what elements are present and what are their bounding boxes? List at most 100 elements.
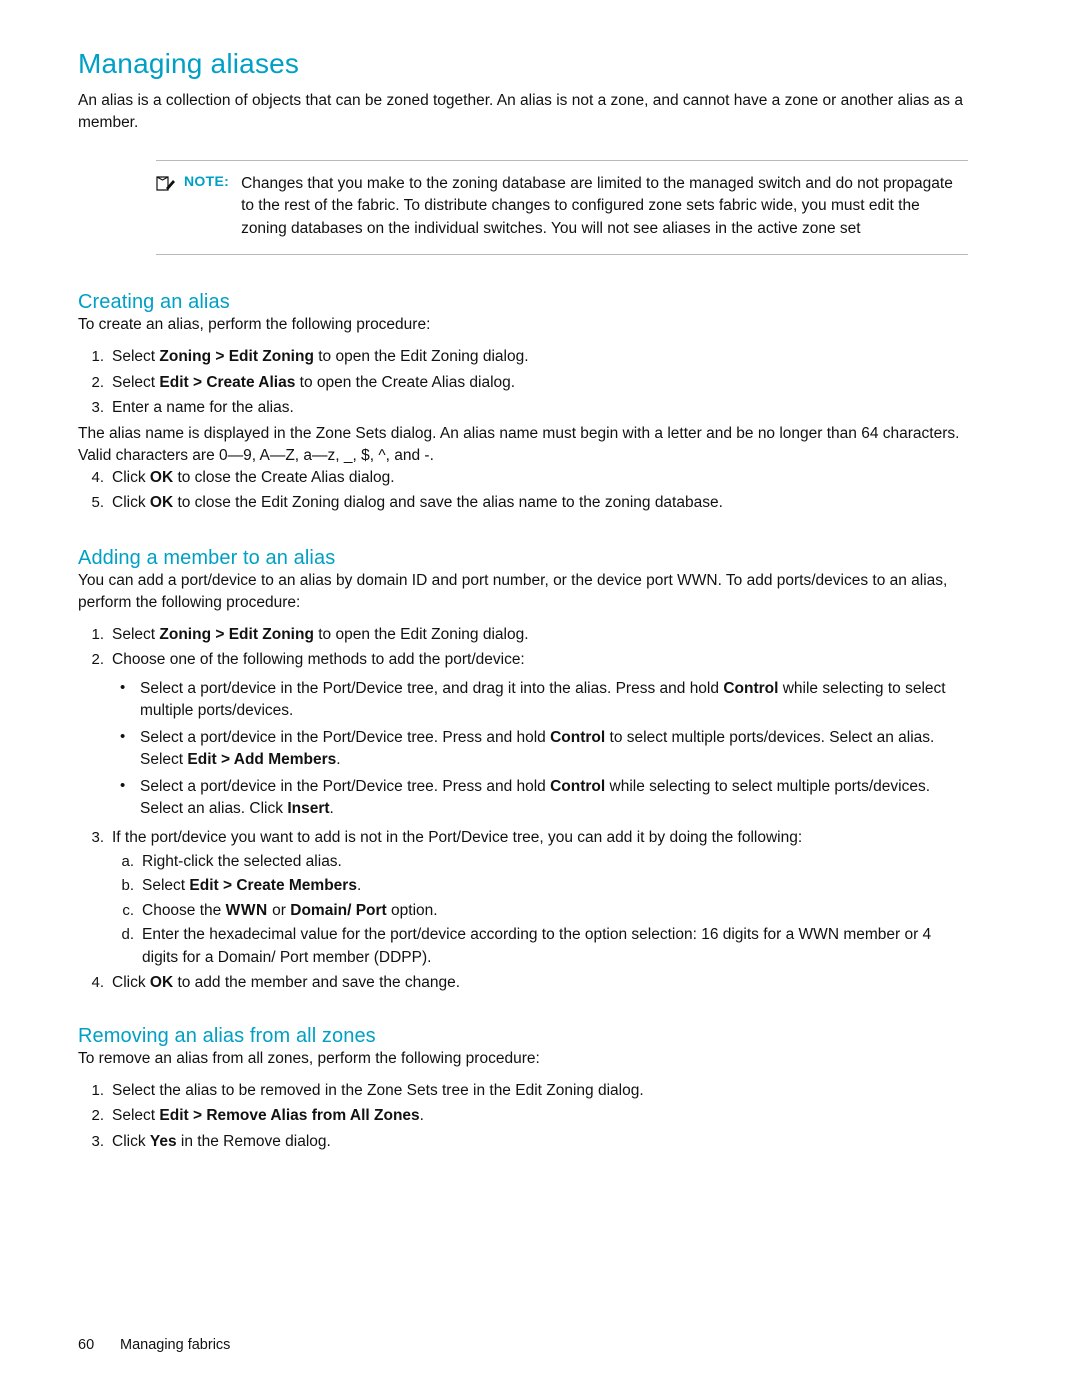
step-text-post: . <box>419 1107 424 1125</box>
step-text-pre: Click <box>112 468 150 486</box>
step-number: 4. <box>91 974 104 992</box>
step-text-post: to open the Create Alias dialog. <box>295 373 516 391</box>
step-text-pre: Select <box>112 348 160 366</box>
bullet-text-bold: Control <box>723 679 779 697</box>
step-text-post: in the Remove dialog. <box>176 1132 331 1150</box>
substep-number: a. <box>121 852 134 870</box>
note-callout: NOTE: Changes that you make to the zonin… <box>156 160 968 256</box>
adding-member-substeps: a. Right-click the selected alias. b. Sele… <box>112 851 968 969</box>
list-item: a. Right-click the selected alias. <box>112 851 968 873</box>
bullet-text-bold: Control <box>550 777 606 795</box>
step-number: 4. <box>91 468 104 486</box>
step-text-pre: Click <box>112 974 150 992</box>
step-number: 3. <box>91 1132 104 1150</box>
list-item: 5. Click OK to close the Edit Zoning dial… <box>78 492 968 514</box>
footer-chapter-name: Managing fabrics <box>120 1337 231 1353</box>
section-adding-member: Adding a member to an alias You can add … <box>78 547 968 995</box>
bullet-icon: • <box>120 776 126 794</box>
step-text-bold: OK <box>149 974 174 992</box>
step-text-post: to open the Edit Zoning dialog. <box>313 625 529 643</box>
section-removing-alias: Removing an alias from all zones To remo… <box>78 1025 968 1153</box>
list-item: 2. Select Edit > Remove Alias from All Zo… <box>78 1105 968 1127</box>
step-text-pre: Click <box>112 1132 150 1150</box>
step-text-bold: OK <box>149 494 174 512</box>
step-text: If the port/device you want to add is no… <box>112 828 803 846</box>
list-item: 2. Choose one of the following methods to… <box>78 649 968 820</box>
step-text-bold: Yes <box>149 1132 177 1150</box>
step-text-bold: OK <box>149 468 174 486</box>
step-text-pre: Select <box>112 1107 160 1125</box>
note-label: NOTE: <box>184 173 230 189</box>
bullet-text-pre: Select a port/device in the Port/Device … <box>140 777 551 795</box>
list-item: b. Select Edit > Create Members. <box>112 875 968 897</box>
substep-number: b. <box>121 877 134 895</box>
heading-removing-alias: Removing an alias from all zones <box>78 1024 376 1047</box>
footer-page-number: 60 <box>78 1337 95 1353</box>
substep-text-post: option. <box>386 901 438 919</box>
step-text-bold: Edit > Create Alias <box>159 373 296 391</box>
step-number: 2. <box>91 1107 104 1125</box>
bullet-text-pre: Select a port/device in the Port/Device … <box>140 728 551 746</box>
step-number: 5. <box>91 494 104 512</box>
list-item: 3. If the port/device you want to add is … <box>78 827 968 970</box>
bullet-text-bold2: Insert <box>287 800 330 818</box>
step-number: 1. <box>91 625 104 643</box>
bullet-icon: • <box>120 678 126 696</box>
step-text-bold: Zoning > Edit Zoning <box>159 348 314 366</box>
list-item: 4. Click OK to add the member and save th… <box>78 972 968 994</box>
bullet-text-bold: Control <box>550 728 606 746</box>
removing-alias-steps: 1. Select the alias to be removed in the … <box>78 1080 968 1153</box>
creating-alias-steps-cont: 4. Click OK to close the Create Alias dia… <box>78 467 968 515</box>
list-item: 2. Select Edit > Create Alias to open the… <box>78 372 968 394</box>
step-number: 2. <box>91 651 104 669</box>
substep-text-bold2: Domain/ Port <box>290 901 387 919</box>
note-text: Changes that you make to the zoning data… <box>241 175 953 237</box>
document-page: Managing aliases An alias is a collectio… <box>0 0 1080 1397</box>
step-text-post: to close the Edit Zoning dialog and save… <box>173 494 723 512</box>
page-body: An alias is a collection of objects that… <box>78 90 968 1156</box>
step-text-bold: Edit > Remove Alias from All Zones <box>159 1107 420 1125</box>
page-title: Managing aliases <box>78 48 300 79</box>
removing-alias-lead: To remove an alias from all zones, perfo… <box>78 1049 540 1067</box>
section-creating-alias: Creating an alias To create an alias, pe… <box>78 291 968 514</box>
creating-alias-lead: To create an alias, perform the followin… <box>78 316 431 334</box>
step-text: Choose one of the following methods to a… <box>112 651 525 669</box>
substep-text-pre: Select <box>142 877 190 895</box>
list-item: 4. Click OK to close the Create Alias dia… <box>78 467 968 489</box>
adding-member-lead: You can add a port/device to an alias by… <box>78 571 948 611</box>
creating-alias-step3-detail: The alias name is displayed in the Zone … <box>78 424 960 464</box>
step-number: 2. <box>91 373 104 391</box>
page-footer: 60 Managing fabrics <box>78 1337 230 1353</box>
list-item: 3. Enter a name for the alias. <box>78 397 968 419</box>
substep-text-pre: Right-click the selected alias. <box>142 852 342 870</box>
bullet-text-post2: . <box>336 751 341 769</box>
list-item: • Select a port/device in the Port/Device… <box>112 727 968 772</box>
creating-alias-steps: 1. Select Zoning > Edit Zoning to open th… <box>78 346 968 419</box>
list-item: d. Enter the hexadecimal value for the po… <box>112 924 968 969</box>
list-item: 1. Select the alias to be removed in the … <box>78 1080 968 1102</box>
step-text-post: to open the Edit Zoning dialog. <box>313 348 529 366</box>
step-number: 1. <box>91 348 104 366</box>
bullet-text-bold2: Edit > Add Members <box>187 751 337 769</box>
step-text-post: to close the Create Alias dialog. <box>173 468 395 486</box>
substep-text-bold: Edit > Create Members <box>189 877 357 895</box>
step-number: 3. <box>91 828 104 846</box>
step-text-pre: Select the alias to be removed in the Zo… <box>112 1081 644 1099</box>
substep-text-pre: Choose the <box>142 901 226 919</box>
step-text-pre: Enter a name for the alias. <box>112 399 294 417</box>
substep-text-pre: Enter the hexadecimal value for the port… <box>142 926 932 966</box>
list-item: 3. Click Yes in the Remove dialog. <box>78 1131 968 1153</box>
heading-creating-alias: Creating an alias <box>78 291 230 314</box>
note-pencil-icon <box>156 173 178 198</box>
step-number: 1. <box>91 1081 104 1099</box>
step-text-pre: Select <box>112 625 160 643</box>
list-item: 1. Select Zoning > Edit Zoning to open th… <box>78 346 968 368</box>
list-item: 1. Select Zoning > Edit Zoning to open th… <box>78 624 968 646</box>
adding-member-steps: 1. Select Zoning > Edit Zoning to open th… <box>78 624 968 995</box>
step-text-post: to add the member and save the change. <box>173 974 461 992</box>
substep-text-post: . <box>356 877 362 895</box>
intro-paragraph: An alias is a collection of objects that… <box>78 92 963 131</box>
bullet-text-post2: . <box>329 800 334 818</box>
list-item: c. Choose the WWN or Domain/ Port option. <box>112 900 968 922</box>
step-text-pre: Select <box>112 373 160 391</box>
